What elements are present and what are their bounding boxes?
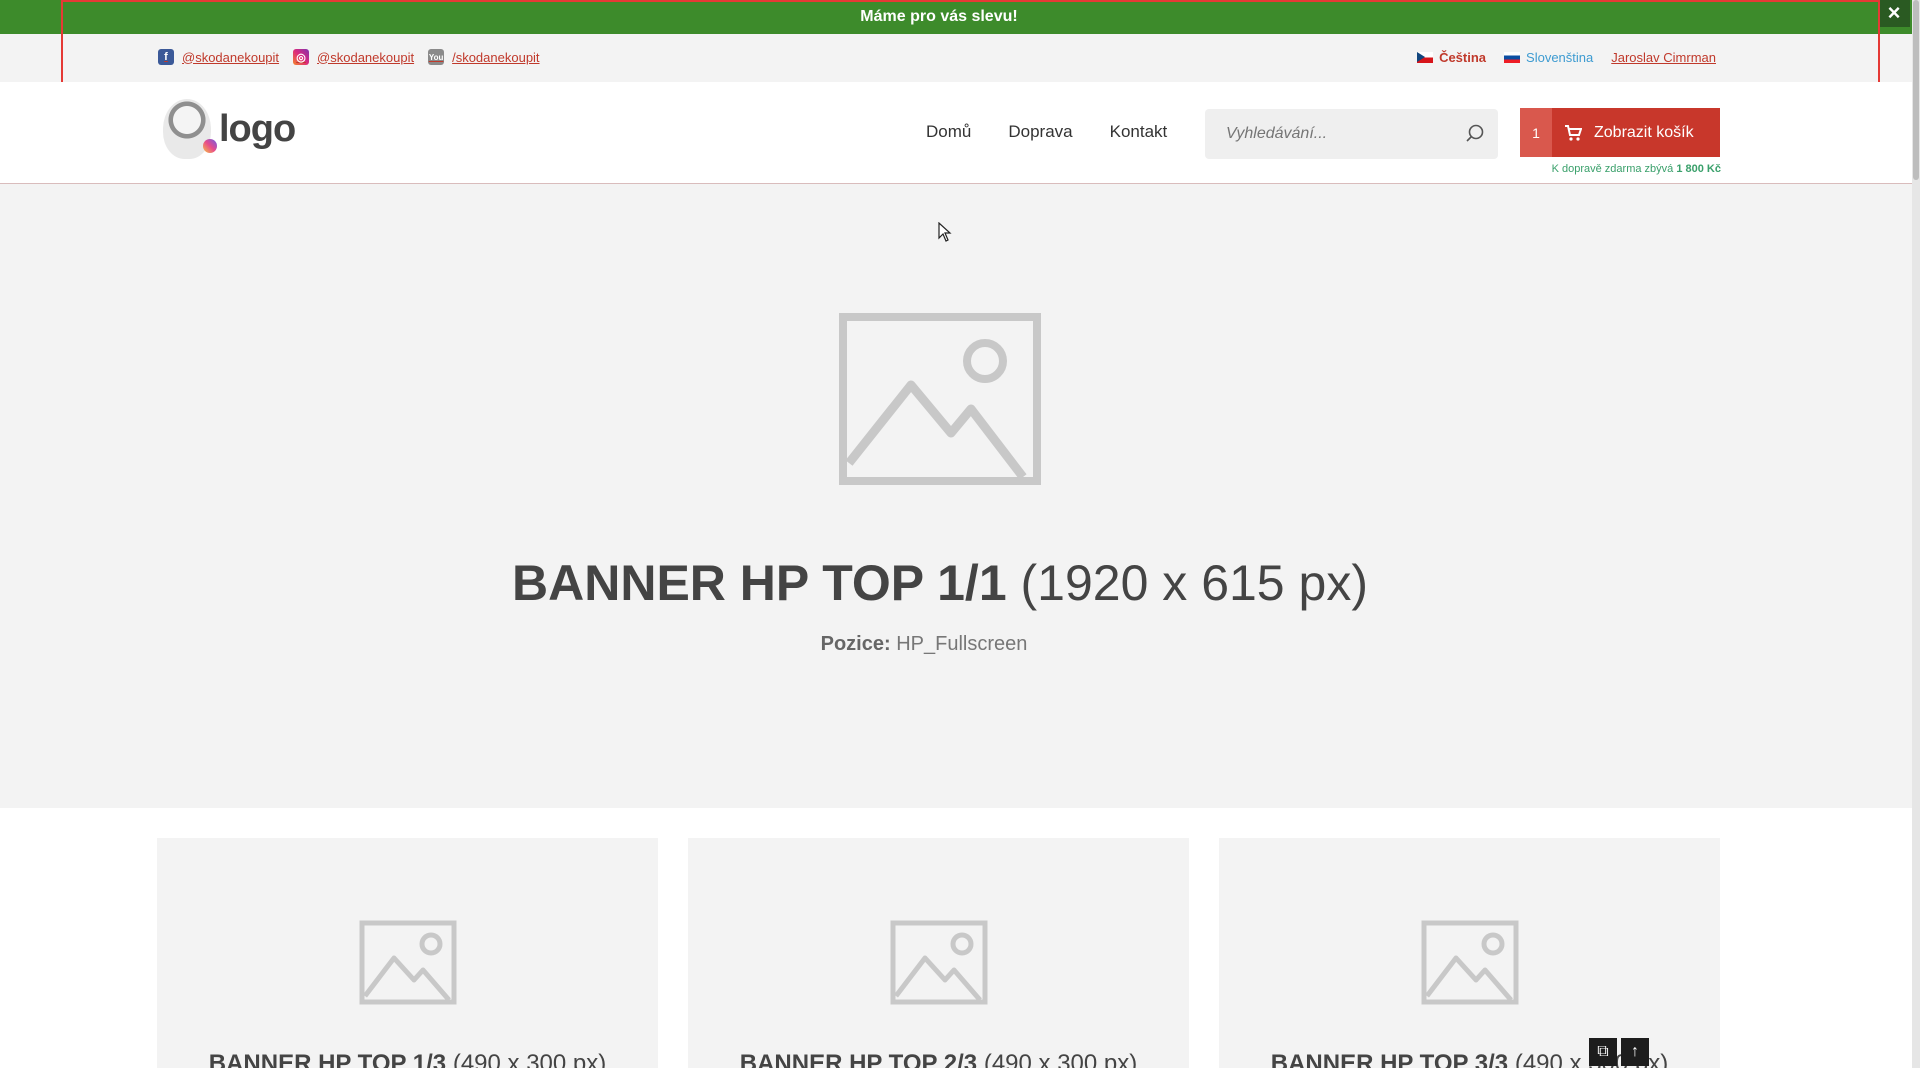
instagram-icon: ◎: [293, 49, 310, 65]
cart-icon: [1565, 124, 1582, 141]
social-link-label: /skodanekoupit: [452, 49, 540, 65]
hero-position: Pozice: HP_Fullscreen: [0, 633, 1848, 656]
social-link-label: @skodanekoupit: [317, 49, 415, 65]
free-shipping-amount: 1 800 Kč: [1676, 163, 1721, 175]
image-placeholder-icon: [359, 920, 457, 1005]
hero-banner[interactable]: BANNER HP TOP 1/1 (1920 x 615 px) Pozice…: [0, 184, 1912, 808]
banner-card-title: BANNER HP TOP 1/3 (490 x 300 px): [157, 1050, 658, 1068]
logo-text: logo: [219, 107, 296, 150]
banner-cards: BANNER HP TOP 1/3 (490 x 300 px) BANNER …: [157, 838, 1720, 1068]
free-shipping-text: K dopravě zdarma zbývá: [1551, 163, 1674, 175]
language-switcher: Čeština Slovenština Jaroslav Cimrman: [1417, 50, 1716, 65]
social-links: f @skodanekoupit ◎ @skodanekoupit You /s…: [158, 49, 540, 65]
search-input[interactable]: [1224, 124, 1458, 144]
promo-close-button[interactable]: ×: [1878, 0, 1910, 27]
card-title-size: (490 x 300 px): [983, 1050, 1138, 1068]
image-placeholder-icon: [1421, 920, 1519, 1005]
language-label: Čeština: [1439, 50, 1487, 65]
position-label: Pozice:: [820, 633, 891, 655]
social-link-youtube[interactable]: You /skodanekoupit: [428, 49, 540, 65]
cart-button[interactable]: 1 Zobrazit košík: [1520, 108, 1720, 157]
slovak-flag-icon: [1504, 52, 1521, 63]
scrollbar[interactable]: [1912, 0, 1920, 1068]
banner-card[interactable]: BANNER HP TOP 3/3 (490 x 300 px): [1219, 838, 1720, 1068]
floating-toolbar: ⧉ ↑: [1589, 1038, 1649, 1066]
nav-item-shipping[interactable]: Doprava: [1008, 122, 1072, 142]
mouse-cursor-icon: [938, 222, 952, 242]
card-title-main: BANNER HP TOP 3/3: [1270, 1050, 1509, 1068]
copy-icon[interactable]: ⧉: [1589, 1038, 1617, 1066]
site-logo[interactable]: logo: [163, 99, 296, 159]
main-nav: Domů Doprava Kontakt: [926, 122, 1167, 142]
card-title-size: (490 x 300 px): [452, 1050, 607, 1068]
facebook-icon: f: [158, 49, 174, 65]
cart-count-badge: 1: [1520, 108, 1552, 157]
hero-title-main: BANNER HP TOP 1/1: [512, 555, 1007, 611]
hero-title: BANNER HP TOP 1/1 (1920 x 615 px): [0, 554, 1880, 612]
scrollbar-thumb[interactable]: [1913, 0, 1919, 180]
banner-card[interactable]: BANNER HP TOP 2/3 (490 x 300 px): [688, 838, 1189, 1068]
search-icon[interactable]: [1464, 122, 1486, 144]
promo-text: Máme pro vás slevu!: [860, 8, 1018, 25]
user-account-link[interactable]: Jaroslav Cimrman: [1611, 50, 1716, 65]
banner-card[interactable]: BANNER HP TOP 1/3 (490 x 300 px): [157, 838, 658, 1068]
card-title-main: BANNER HP TOP 2/3: [739, 1050, 978, 1068]
language-slovak[interactable]: Slovenština: [1504, 50, 1593, 65]
social-link-label: @skodanekoupit: [182, 49, 280, 65]
card-title-main: BANNER HP TOP 1/3: [208, 1050, 447, 1068]
site-header: logo Domů Doprava Kontakt 1 Zobrazit koš…: [0, 82, 1912, 185]
youtube-icon: You: [428, 49, 445, 65]
image-placeholder-icon: [839, 313, 1041, 485]
banner-card-title: BANNER HP TOP 2/3 (490 x 300 px): [688, 1050, 1189, 1068]
search-box: [1205, 109, 1498, 159]
social-link-facebook[interactable]: f @skodanekoupit: [158, 49, 279, 65]
scroll-up-icon[interactable]: ↑: [1621, 1038, 1649, 1066]
nav-item-contact[interactable]: Kontakt: [1110, 122, 1168, 142]
social-link-instagram[interactable]: ◎ @skodanekoupit: [293, 49, 414, 65]
position-value: HP_Fullscreen: [896, 633, 1028, 655]
language-label: Slovenština: [1526, 50, 1594, 65]
czech-flag-icon: [1417, 52, 1434, 63]
astronaut-dog-icon: [163, 99, 217, 159]
nav-item-home[interactable]: Domů: [926, 122, 971, 142]
free-shipping-note: K dopravě zdarma zbývá 1 800 Kč: [1552, 163, 1721, 175]
cart-label: Zobrazit košík: [1594, 123, 1694, 141]
image-placeholder-icon: [890, 920, 988, 1005]
topbar: f @skodanekoupit ◎ @skodanekoupit You /s…: [0, 34, 1912, 82]
language-czech[interactable]: Čeština: [1417, 50, 1486, 65]
promo-bar: Máme pro vás slevu! ×: [0, 0, 1920, 34]
hero-title-size: (1920 x 615 px): [1020, 555, 1368, 611]
